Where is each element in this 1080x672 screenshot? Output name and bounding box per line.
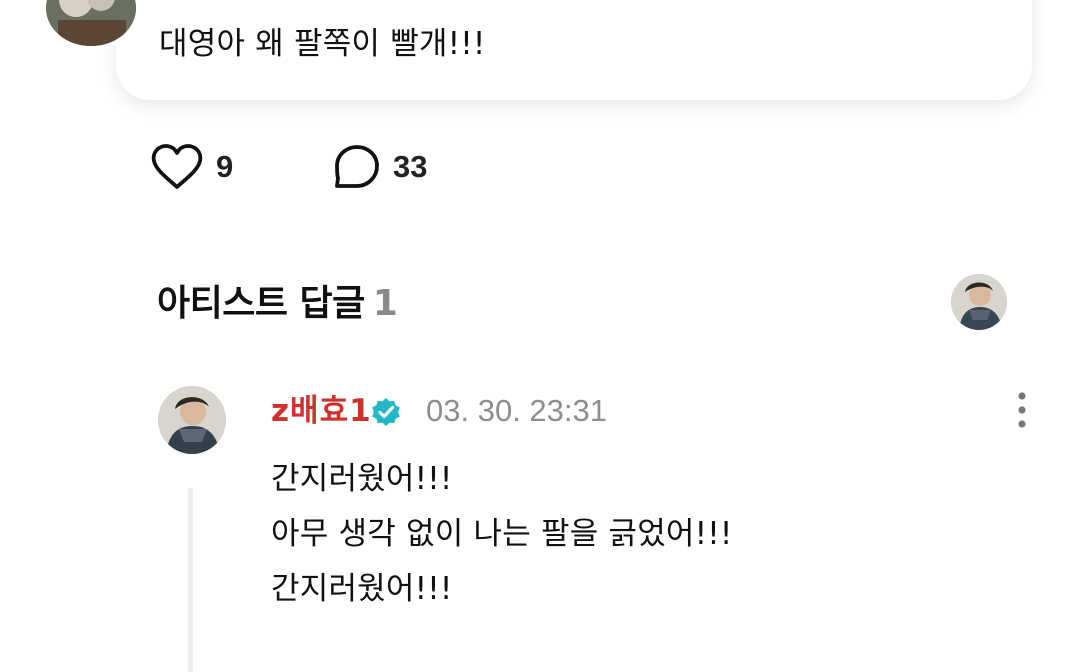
reply-author-name[interactable]: z배효1 bbox=[271, 390, 372, 432]
comment-count: 33 bbox=[393, 149, 428, 184]
artist-replies-title: 아티스트 답글 bbox=[157, 283, 365, 324]
more-vertical-icon[interactable] bbox=[1006, 388, 1038, 432]
artist-photo-icon bbox=[951, 274, 1007, 330]
reply-author-avatar[interactable] bbox=[158, 386, 226, 454]
verified-badge-icon bbox=[372, 398, 400, 426]
reply-thread-line bbox=[188, 488, 193, 672]
artist-replies-count: 1 bbox=[372, 283, 398, 324]
reply-timestamp: 03. 30. 23:31 bbox=[426, 393, 607, 428]
heart-icon bbox=[151, 144, 203, 189]
like-count: 9 bbox=[216, 149, 234, 184]
artist-avatar[interactable] bbox=[951, 274, 1007, 330]
post-detail-screen: 대영아 왜 팔쪽이 빨개!!! 9 33 아티스트 답글 1 z배효1 03. … bbox=[0, 0, 1080, 672]
reply-author-photo-icon bbox=[158, 386, 226, 454]
speech-bubble-icon bbox=[335, 145, 379, 188]
artist-replies-heading: 아티스트 답글 1 bbox=[157, 280, 398, 328]
comment-button[interactable]: 33 bbox=[333, 142, 427, 192]
reply-body: 간지러웠어!!! 아무 생각 없이 나는 팔을 긁었어!!! 간지러웠어!!! bbox=[271, 461, 733, 607]
post-text: 대영아 왜 팔쪽이 빨개!!! bbox=[159, 26, 486, 62]
like-button[interactable]: 9 bbox=[150, 142, 233, 192]
